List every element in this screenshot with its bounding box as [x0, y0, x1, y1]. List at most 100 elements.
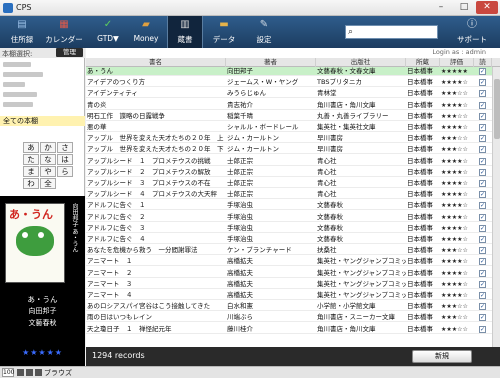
new-book-button[interactable]: 新規 — [412, 350, 472, 363]
kana-button[interactable]: ま — [23, 166, 39, 177]
table-row[interactable]: アドルフに告ぐ ３ 手塚治虫 文藝春秋 日本橋事 ★★★★☆ ✓ — [86, 224, 492, 233]
read-checkbox[interactable]: ✓ — [479, 68, 486, 75]
table-row[interactable]: アップル 世界を変えた天才たちの２０年 下ジム・カールトン 早川書房 日本橋事 ★★★… — [86, 145, 492, 155]
close-button[interactable]: ✕ — [476, 1, 498, 14]
kana-button[interactable]: な — [40, 154, 56, 165]
read-checkbox[interactable]: ✓ — [479, 180, 486, 187]
table-row[interactable]: アニマート ４ 高橋拡夫 集英社・ヤングジャンプコミック 日本橋事 ★★★★☆ ✓ — [86, 291, 492, 300]
cell-publisher: 文藝春秋 — [317, 201, 343, 210]
kana-button[interactable]: 全 — [40, 178, 56, 189]
read-checkbox[interactable]: ✓ — [479, 292, 486, 299]
kana-button[interactable]: あ — [23, 142, 39, 153]
kana-button[interactable]: は — [57, 154, 73, 165]
status-area-icon[interactable] — [35, 369, 42, 376]
kana-button[interactable]: か — [40, 142, 56, 153]
table-row[interactable]: アイデンティティ みうらじゅん 青林堂 日本橋事 ★★★☆☆ ✓ — [86, 89, 492, 99]
read-checkbox[interactable]: ✓ — [479, 258, 486, 266]
read-checkbox[interactable]: ✓ — [479, 101, 486, 109]
read-checkbox[interactable]: ✓ — [479, 247, 486, 255]
tab-books[interactable]: ▥ 蔵書 — [167, 16, 203, 48]
read-checkbox[interactable]: ✓ — [479, 112, 486, 120]
tab-settings[interactable]: ✎ 設定 — [248, 16, 280, 48]
read-checkbox[interactable]: ✓ — [479, 202, 486, 210]
column-header-title[interactable]: 書名 — [86, 58, 226, 67]
table-row[interactable]: アドルフに告ぐ ４ 手塚治虫 文藝春秋 日本橋事 ★★★★☆ ✓ — [86, 235, 492, 244]
minimize-button[interactable]: – — [430, 1, 452, 14]
column-header-rating[interactable]: 評価 — [440, 58, 474, 67]
kana-button[interactable]: た — [23, 154, 39, 165]
table-row[interactable]: アップルシード ３ プロメテウスの不在 士郎正宗 青心社 日本橋事 ★★★★☆ ✓ — [86, 179, 492, 188]
table-row[interactable]: 青の炎 貴志祐介 角川書店・角川文庫 日本橋事 ★★★★☆ ✓ — [86, 101, 492, 110]
search-input[interactable] — [358, 27, 436, 37]
layout-toggle-icon[interactable] — [17, 369, 24, 376]
kana-button[interactable]: さ — [57, 142, 73, 153]
table-row[interactable]: アップルシード ４ プロメテウスの大天秤 士郎正宗 青心社 日本橋事 ★★★★☆ ✓ — [86, 190, 492, 200]
kana-button[interactable]: ら — [57, 166, 73, 177]
kana-button[interactable]: や — [40, 166, 56, 177]
table-row[interactable]: アップル 世界を変えた天才たちの２０年 上ジム・カールトン 早川書房 日本橋事 ★★★… — [86, 134, 492, 144]
cell-rating: ★★★★☆ — [441, 202, 468, 210]
column-header-publisher[interactable]: 出版社 — [316, 58, 406, 67]
read-checkbox[interactable]: ✓ — [479, 168, 486, 176]
table-row[interactable]: あ・うん 向田邦子 文藝春秋・文春文庫 日本橋事 ★★★★★ ✓ — [86, 67, 492, 76]
bookshelf-item[interactable] — [3, 92, 37, 97]
read-checkbox[interactable]: ✓ — [479, 325, 486, 333]
table-row[interactable]: 悪の華 シャルル・ボードレール 集英社・集英社文庫 日本橋事 ★★★★☆ ✓ — [86, 123, 492, 132]
read-checkbox[interactable]: ✓ — [479, 236, 486, 243]
bookshelf-item[interactable] — [3, 62, 31, 67]
maximize-button[interactable]: □ — [453, 1, 475, 14]
view-mode[interactable]: ブラウズ — [44, 368, 72, 378]
manage-button[interactable]: 管理 — [56, 48, 83, 57]
read-checkbox[interactable]: ✓ — [479, 191, 486, 199]
tab-money[interactable]: ▰ Money — [130, 16, 162, 48]
kana-button[interactable]: わ — [23, 178, 39, 189]
read-checkbox[interactable]: ✓ — [479, 146, 486, 154]
cover-logo: あ・うん — [9, 208, 53, 221]
read-checkbox[interactable]: ✓ — [479, 303, 486, 311]
table-row[interactable]: アイデアのつくり方 ジェームス・W・ヤング TBSブリタニカ 日本橋事 ★★★★☆ ✓ — [86, 78, 492, 88]
search-box[interactable]: ⌕ — [345, 25, 438, 39]
cell-title: アイデンティティ — [87, 89, 138, 98]
read-checkbox[interactable]: ✓ — [479, 79, 486, 87]
table-row[interactable]: アニマート ３ 高橋拡夫 集英社・ヤングジャンプコミック 日本橋事 ★★★★☆ ✓ — [86, 280, 492, 289]
bookshelf-item[interactable] — [3, 82, 25, 87]
table-row[interactable]: 雨の日はいつもレイン 川端ぶら 角川書店・スニーカー文庫 日本橋事 ★★★☆☆ ✓ — [86, 313, 492, 323]
read-checkbox[interactable]: ✓ — [479, 135, 486, 143]
read-checkbox[interactable]: ✓ — [479, 314, 486, 322]
table-row[interactable]: あのロシアスパイ宮谷はこう接触してきた 白水和憲 小学館・小学館文庫 日本橋事 ★★★☆… — [86, 302, 492, 312]
bookshelf-all[interactable]: 全ての本棚 — [0, 116, 85, 126]
read-checkbox[interactable]: ✓ — [479, 224, 486, 232]
wallet-icon: ▰ — [142, 19, 150, 30]
tab-gtd[interactable]: ✓ GTD▼ — [92, 16, 124, 48]
zoom-level[interactable]: 100 — [2, 368, 14, 377]
table-row[interactable]: あなたを危機から救う 一分間謝罪法 ケン・ブランチャード 扶桑社 日本橋事 ★★★☆☆ ✓ — [86, 246, 492, 256]
column-header-holding[interactable]: 所蔵 — [406, 58, 440, 67]
scrollbar-thumb[interactable] — [494, 79, 500, 139]
table-row[interactable]: アニマート ２ 高橋拡夫 集英社・ヤングジャンプコミック 日本橋事 ★★★★☆ ✓ — [86, 269, 492, 278]
tab-data[interactable]: ▬ データ — [207, 16, 241, 48]
tab-calendar[interactable]: ▦ カレンダー — [40, 16, 88, 48]
vertical-scrollbar[interactable] — [492, 67, 500, 347]
column-header-author[interactable]: 著者 — [226, 58, 316, 67]
read-checkbox[interactable]: ✓ — [479, 213, 486, 221]
table-row[interactable]: アップルシード １ プロメテウスの挑戦 士郎正宗 青心社 日本橋事 ★★★★☆ ✓ — [86, 157, 492, 166]
read-checkbox[interactable]: ✓ — [479, 124, 486, 131]
table-row[interactable]: アドルフに告ぐ １ 手塚治虫 文藝春秋 日本橋事 ★★★★☆ ✓ — [86, 201, 492, 211]
tab-address-book[interactable]: ▤ 住所録 — [6, 16, 38, 48]
read-checkbox[interactable]: ✓ — [479, 280, 486, 288]
bookshelf-item[interactable] — [3, 102, 33, 107]
table-row[interactable]: アップルシード ２ プロメテウスの解放 士郎正宗 青心社 日本橋事 ★★★★☆ ✓ — [86, 168, 492, 177]
read-checkbox[interactable]: ✓ — [479, 269, 486, 277]
read-checkbox[interactable]: ✓ — [479, 90, 486, 98]
read-checkbox[interactable]: ✓ — [479, 157, 486, 165]
table-row[interactable]: アニマート １ 高橋拡夫 集英社・ヤングジャンプコミック 日本橋事 ★★★★☆ ✓ — [86, 257, 492, 267]
status-toolbar-icon[interactable] — [26, 369, 33, 376]
table-row[interactable]: 明石工作 諜略の日露戦争 稲葉千晴 丸善・丸善ライブラリー 日本橋事 ★★★☆☆ ✓ — [86, 112, 492, 121]
support-button[interactable]: ⓘ サポート — [452, 16, 492, 48]
cell-publisher: 青林堂 — [317, 89, 337, 98]
table-row[interactable]: アドルフに告ぐ ２ 手塚治虫 文藝春秋 日本橋事 ★★★★☆ ✓ — [86, 213, 492, 222]
table-row[interactable]: 天之瓊日子 １ 禅怪紀元年 藤川桂介 角川書店・角川文庫 日本橋事 ★★★☆☆ ✓ — [86, 325, 492, 334]
column-header-read[interactable]: 読 — [474, 58, 492, 67]
bookshelf-item[interactable] — [3, 72, 43, 77]
cell-rating: ★★★★☆ — [441, 236, 468, 243]
